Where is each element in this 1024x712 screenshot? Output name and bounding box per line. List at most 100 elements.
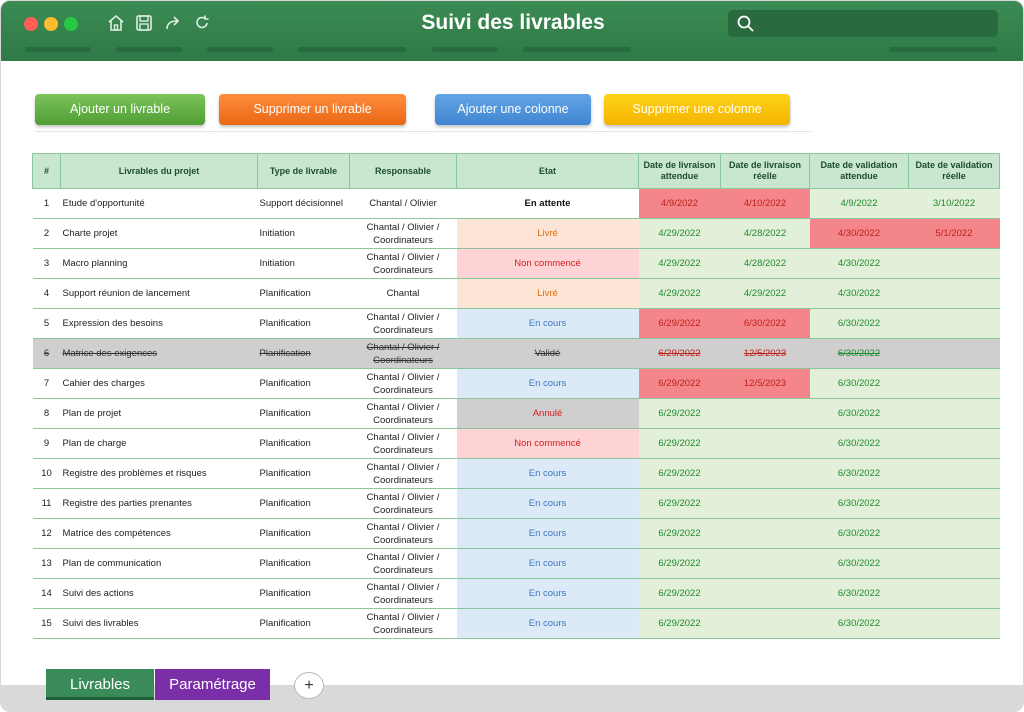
owner[interactable]: Chantal <box>349 278 457 309</box>
row-number[interactable]: 6 <box>32 338 61 369</box>
owner[interactable]: Chantal / Olivier / Coordinateurs <box>349 548 457 579</box>
status[interactable]: Validé <box>456 338 639 369</box>
actual-validation-date[interactable] <box>908 578 1000 609</box>
owner[interactable]: Chantal / Olivier / Coordinateurs <box>349 488 457 519</box>
header-expected-delivery[interactable]: Date de livraison attendue <box>638 153 721 189</box>
actual-delivery-date[interactable]: 12/5/2023 <box>720 368 810 399</box>
expected-delivery-date[interactable]: 6/29/2022 <box>638 368 721 399</box>
tab-livrables[interactable]: Livrables <box>46 669 154 700</box>
actual-delivery-date[interactable] <box>720 608 810 639</box>
add-deliverable-button[interactable]: Ajouter un livrable <box>35 94 205 125</box>
actual-validation-date[interactable] <box>908 248 1000 279</box>
tab-parametrage[interactable]: Paramétrage <box>155 669 270 700</box>
owner[interactable]: Chantal / Olivier <box>349 188 457 219</box>
deliverable-type[interactable]: Planification <box>257 578 350 609</box>
row-number[interactable]: 1 <box>32 188 61 219</box>
deliverable-type[interactable]: Planification <box>257 308 350 339</box>
deliverable-name[interactable]: Registre des problèmes et risques <box>60 458 258 489</box>
header-owner[interactable]: Responsable <box>349 153 457 189</box>
status[interactable]: En cours <box>456 608 639 639</box>
deliverable-type[interactable]: Support décisionnel <box>257 188 350 219</box>
row-number[interactable]: 9 <box>32 428 61 459</box>
expected-delivery-date[interactable]: 4/29/2022 <box>638 218 721 249</box>
actual-validation-date[interactable] <box>908 428 1000 459</box>
expected-validation-date[interactable]: 6/30/2022 <box>809 458 909 489</box>
expected-validation-date[interactable]: 6/30/2022 <box>809 578 909 609</box>
deliverable-name[interactable]: Expression des besoins <box>60 308 258 339</box>
row-number[interactable]: 15 <box>32 608 61 639</box>
actual-validation-date[interactable] <box>908 518 1000 549</box>
deliverable-name[interactable]: Plan de charge <box>60 428 258 459</box>
deliverable-name[interactable]: Registre des parties prenantes <box>60 488 258 519</box>
deliverable-type[interactable]: Initiation <box>257 218 350 249</box>
deliverable-name[interactable]: Etude d'opportunité <box>60 188 258 219</box>
owner[interactable]: Chantal / Olivier / Coordinateurs <box>349 578 457 609</box>
actual-delivery-date[interactable] <box>720 578 810 609</box>
actual-validation-date[interactable] <box>908 308 1000 339</box>
deliverable-name[interactable]: Charte projet <box>60 218 258 249</box>
expected-validation-date[interactable]: 4/30/2022 <box>809 278 909 309</box>
actual-delivery-date[interactable]: 4/10/2022 <box>720 188 810 219</box>
row-number[interactable]: 8 <box>32 398 61 429</box>
expected-delivery-date[interactable]: 6/29/2022 <box>638 428 721 459</box>
expected-delivery-date[interactable]: 6/29/2022 <box>638 308 721 339</box>
actual-validation-date[interactable] <box>908 608 1000 639</box>
status[interactable]: Livré <box>456 218 639 249</box>
status[interactable]: En cours <box>456 548 639 579</box>
owner[interactable]: Chantal / Olivier / Coordinateurs <box>349 338 457 369</box>
deliverable-type[interactable]: Planification <box>257 488 350 519</box>
search-input[interactable] <box>728 10 998 37</box>
status[interactable]: En attente <box>456 188 639 219</box>
status[interactable]: En cours <box>456 308 639 339</box>
expected-validation-date[interactable]: 4/9/2022 <box>809 188 909 219</box>
deliverable-name[interactable]: Suivi des actions <box>60 578 258 609</box>
expected-delivery-date[interactable]: 6/29/2022 <box>638 398 721 429</box>
expected-validation-date[interactable]: 6/30/2022 <box>809 488 909 519</box>
actual-delivery-date[interactable] <box>720 458 810 489</box>
actual-validation-date[interactable] <box>908 278 1000 309</box>
actual-validation-date[interactable] <box>908 368 1000 399</box>
expected-validation-date[interactable]: 6/30/2022 <box>809 308 909 339</box>
expected-validation-date[interactable]: 6/30/2022 <box>809 428 909 459</box>
owner[interactable]: Chantal / Olivier / Coordinateurs <box>349 218 457 249</box>
row-number[interactable]: 13 <box>32 548 61 579</box>
expected-validation-date[interactable]: 6/30/2022 <box>809 608 909 639</box>
status[interactable]: En cours <box>456 488 639 519</box>
deliverable-type[interactable]: Planification <box>257 458 350 489</box>
status[interactable]: Livré <box>456 278 639 309</box>
header-number[interactable]: # <box>32 153 61 189</box>
deliverable-type[interactable]: Planification <box>257 518 350 549</box>
status[interactable]: En cours <box>456 368 639 399</box>
expected-validation-date[interactable]: 6/30/2022 <box>809 548 909 579</box>
owner[interactable]: Chantal / Olivier / Coordinateurs <box>349 368 457 399</box>
header-status[interactable]: Etat <box>456 153 639 189</box>
actual-delivery-date[interactable]: 4/28/2022 <box>720 248 810 279</box>
expected-delivery-date[interactable]: 4/29/2022 <box>638 248 721 279</box>
deliverable-name[interactable]: Cahier des charges <box>60 368 258 399</box>
actual-validation-date[interactable] <box>908 338 1000 369</box>
deliverable-type[interactable]: Planification <box>257 548 350 579</box>
deliverable-type[interactable]: Planification <box>257 338 350 369</box>
header-type[interactable]: Type de livrable <box>257 153 350 189</box>
deliverable-name[interactable]: Matrice des compétences <box>60 518 258 549</box>
expected-delivery-date[interactable]: 6/29/2022 <box>638 518 721 549</box>
deliverable-name[interactable]: Matrice des exigences <box>60 338 258 369</box>
owner[interactable]: Chantal / Olivier / Coordinateurs <box>349 308 457 339</box>
delete-column-button[interactable]: Supprimer une colonne <box>604 94 790 125</box>
owner[interactable]: Chantal / Olivier / Coordinateurs <box>349 518 457 549</box>
deliverable-type[interactable]: Planification <box>257 608 350 639</box>
status[interactable]: Non commencé <box>456 428 639 459</box>
actual-delivery-date[interactable] <box>720 398 810 429</box>
expected-validation-date[interactable]: 4/30/2022 <box>809 248 909 279</box>
deliverable-name[interactable]: Macro planning <box>60 248 258 279</box>
actual-delivery-date[interactable] <box>720 488 810 519</box>
deliverable-type[interactable]: Planification <box>257 278 350 309</box>
row-number[interactable]: 14 <box>32 578 61 609</box>
header-deliverable[interactable]: Livrables du projet <box>60 153 258 189</box>
actual-validation-date[interactable] <box>908 458 1000 489</box>
row-number[interactable]: 3 <box>32 248 61 279</box>
actual-delivery-date[interactable] <box>720 428 810 459</box>
status[interactable]: Non commencé <box>456 248 639 279</box>
row-number[interactable]: 10 <box>32 458 61 489</box>
actual-validation-date[interactable] <box>908 548 1000 579</box>
